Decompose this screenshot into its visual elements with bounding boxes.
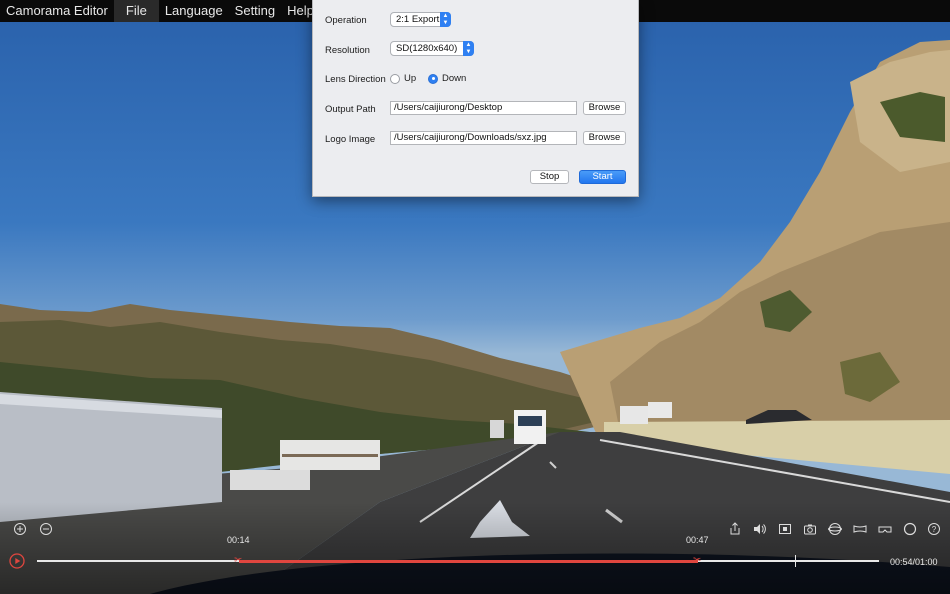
menu-file[interactable]: File	[113, 0, 159, 22]
logo-image-field[interactable]: /Users/caijiurong/Downloads/sxz.jpg	[390, 131, 577, 145]
lens-direction-down[interactable]: Down	[428, 73, 466, 84]
radio-up-label: Up	[404, 73, 417, 84]
output-browse-button[interactable]: Browse	[583, 101, 626, 115]
menu-setting[interactable]: Setting	[229, 0, 281, 22]
operation-value: 2:1 Export	[396, 14, 440, 25]
zoom-in-icon[interactable]	[13, 522, 27, 536]
app-name-menu[interactable]: Camorama Editor	[0, 0, 114, 22]
in-point-marker[interactable]: ✂	[234, 555, 242, 566]
aspect-ratio-icon[interactable]	[778, 522, 792, 536]
logo-browse-button[interactable]: Browse	[583, 131, 626, 145]
out-point-time: 00:47	[686, 535, 709, 545]
menu-language[interactable]: Language	[159, 0, 229, 22]
svg-text:?: ?	[932, 525, 937, 534]
resolution-select[interactable]: SD(1280x640) ▲ ▼	[390, 41, 474, 56]
share-icon[interactable]	[728, 522, 742, 536]
export-dialog: Operation 2:1 Export ▲ ▼ Resolution SD(12…	[312, 0, 639, 197]
out-point-marker[interactable]: ✂	[693, 555, 701, 566]
playhead[interactable]	[794, 555, 796, 567]
lens-direction-up[interactable]: Up	[390, 73, 416, 84]
resolution-value: SD(1280x640)	[396, 43, 458, 54]
globe-view-icon[interactable]	[828, 522, 842, 536]
output-path-label: Output Path	[325, 104, 376, 115]
camera-icon[interactable]	[803, 522, 817, 536]
timeline-selection	[239, 559, 698, 563]
lens-direction-label: Lens Direction	[325, 74, 386, 85]
output-path-field[interactable]: /Users/caijiurong/Desktop	[390, 101, 577, 115]
fisheye-view-icon[interactable]	[903, 522, 917, 536]
radio-down[interactable]	[428, 73, 438, 84]
operation-select[interactable]: 2:1 Export ▲ ▼	[390, 12, 451, 27]
stop-button[interactable]: Stop	[530, 170, 569, 184]
logo-image-label: Logo Image	[325, 134, 376, 145]
help-icon[interactable]: ?	[927, 522, 941, 536]
resolution-label: Resolution	[325, 45, 370, 56]
radio-down-label: Down	[442, 73, 467, 84]
zoom-out-icon[interactable]	[39, 522, 53, 536]
stepper-arrows-icon: ▲ ▼	[440, 12, 451, 27]
radio-up[interactable]	[390, 73, 400, 84]
volume-icon[interactable]	[752, 522, 766, 536]
time-readout: 00:54/01:00	[890, 557, 938, 567]
in-point-time: 00:14	[227, 535, 250, 545]
play-button[interactable]	[9, 553, 25, 569]
timeline-track[interactable]	[37, 559, 879, 563]
panorama-view-icon[interactable]	[853, 522, 867, 536]
vr-view-icon[interactable]	[878, 522, 892, 536]
start-button[interactable]: Start	[579, 170, 626, 184]
operation-label: Operation	[325, 15, 367, 26]
stepper-arrows-icon: ▲ ▼	[463, 41, 474, 56]
